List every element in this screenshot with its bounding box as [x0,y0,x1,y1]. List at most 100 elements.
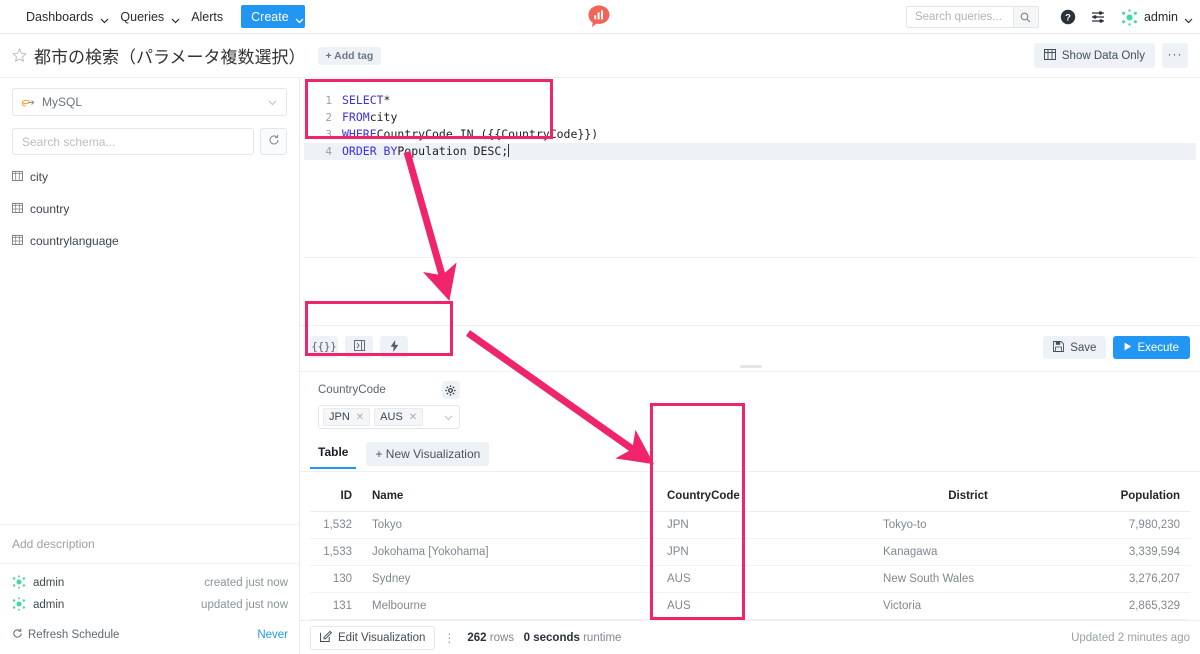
column-header-name[interactable]: Name [362,481,657,512]
table-row: 1,533 Jokohama [Yokohama] JPN Kanagawa 3… [310,538,1190,566]
close-icon[interactable]: ✕ [409,412,417,423]
results-divider [300,371,1200,372]
save-button[interactable]: Save [1043,336,1107,359]
search-icon[interactable] [1012,7,1038,27]
editor-toolbar: {{}} [310,336,408,358]
create-button[interactable]: Create [241,5,305,28]
database-icon [22,97,35,108]
table-row: 131 Melbourne AUS Victoria 2,865,329 [310,592,1190,620]
execute-button-label: Execute [1137,341,1179,354]
schema-table-label: country [30,202,70,216]
meta-user: admin [12,596,65,614]
gear-icon[interactable] [441,381,460,399]
meta-user: admin [12,574,65,592]
close-icon[interactable]: ✕ [356,412,364,423]
parameter-tag-label: JPN [329,411,350,423]
refresh-icon [12,628,23,642]
sql-text: Population DESC; [397,144,509,158]
format-icon [353,340,365,354]
page-title: 都市の検索（パラメータ複数選択） [34,48,306,67]
add-tag-button[interactable]: + Add tag [317,46,382,65]
table-icon [12,202,23,216]
format-query-button[interactable] [345,336,373,358]
parameter-multiselect[interactable]: JPN ✕ AUS ✕ [318,405,460,429]
line-number: 1 [325,94,332,107]
column-header-population[interactable]: Population [1063,481,1190,512]
show-data-only-button[interactable]: Show Data Only [1033,43,1155,68]
editor-actions: Save Execute [1043,336,1190,359]
parameter-tag[interactable]: JPN ✕ [323,408,371,426]
cell-name: Melbourne [362,592,657,620]
sql-keyword: FROM [342,110,370,124]
table-row: 1,532 Tokyo JPN Tokyo-to 7,980,230 [310,511,1190,539]
kebab-menu-icon[interactable]: ⋮ [439,626,459,650]
edit-icon [320,630,333,645]
column-header-countrycode[interactable]: CountryCode [657,481,873,512]
cell-countrycode: AUS [657,565,873,593]
create-button-label: Create [251,9,289,24]
datasource-select[interactable]: MySQL [12,88,287,116]
navbar-right: ? [905,0,1193,34]
meta-row-created: admin created just now [12,572,288,594]
search-input[interactable] [906,7,1013,27]
add-description-button[interactable]: Add description [0,524,300,563]
nav-item-alerts[interactable]: Alerts [181,0,233,34]
more-options-button[interactable]: ··· [1162,43,1188,68]
schema-table-countrylanguage[interactable]: countrylanguage [12,233,287,249]
table-row: 130 Sydney AUS New South Wales 3,276,207 [310,565,1190,593]
schema-table-country[interactable]: country [12,201,287,217]
sliders-icon[interactable] [1083,0,1113,34]
meta-user-name: admin [33,599,65,611]
sql-text: CountryCode IN ({{CountryCode}}) [376,127,599,141]
top-navbar: Dashboards Queries Alerts Create Search … [0,0,1200,34]
tab-table[interactable]: Table [310,445,357,469]
meta-user-name: admin [33,577,65,589]
user-avatar-icon [12,574,26,592]
refresh-icon [268,133,280,151]
parameter-tag[interactable]: AUS ✕ [374,408,424,426]
cell-district: New South Wales [873,565,1063,593]
code-line: 1 SELECT * [304,92,1196,109]
auto-limit-button[interactable] [380,336,408,358]
line-number: 2 [325,111,332,124]
cell-id: 130 [310,565,362,593]
pane-resize-handle[interactable] [740,365,762,368]
user-avatar-icon [12,596,26,614]
code-line: 2 FROM city [304,109,1196,126]
user-avatar-icon [1121,8,1138,26]
add-parameter-button[interactable]: {{}} [310,336,338,358]
meta-updated-when: updated just now [201,599,288,611]
parameter-tag-label: AUS [380,411,403,423]
column-header-id[interactable]: ID [310,481,362,512]
nav-item-dashboards[interactable]: Dashboards [16,0,110,34]
cell-id: 1,532 [310,511,362,539]
refresh-schedule-value[interactable]: Never [257,629,288,641]
cell-district: Kanagawa [873,538,1063,566]
updated-timestamp: Updated 2 minutes ago [1071,631,1190,644]
refresh-schedule-button[interactable]: Refresh Schedule [12,628,119,642]
chevron-down-icon[interactable] [440,408,457,426]
sql-editor[interactable]: 1 SELECT * 2 FROM city 3 WHERE CountryCo… [304,86,1196,258]
redash-query-page: Dashboards Queries Alerts Create Search … [0,0,1200,654]
star-outline-icon[interactable] [12,48,27,63]
nav-item-queries[interactable]: Queries [110,0,181,34]
datasource-label: MySQL [42,95,83,109]
schema-table-city[interactable]: city [12,169,287,185]
column-header-district[interactable]: District [873,481,1063,512]
sql-text: city [369,110,398,124]
edit-visualization-button[interactable]: Edit Visualization [310,625,436,650]
page-titlebar: 都市の検索（パラメータ複数選択） + Add tag Show Data Onl… [0,34,1200,78]
redash-logo-icon[interactable] [586,4,612,31]
show-data-only-label: Show Data Only [1061,49,1145,62]
user-menu[interactable]: admin [1113,8,1193,26]
new-visualization-button[interactable]: + New Visualization [366,442,490,466]
cell-countrycode: JPN [657,538,873,566]
search-queries-box [905,6,1039,28]
refresh-schema-button[interactable] [260,128,287,155]
schema-search-input[interactable] [12,128,254,155]
save-button-label: Save [1070,341,1097,354]
edit-visualization-label: Edit Visualization [338,631,426,644]
help-circle-icon[interactable]: ? [1053,0,1083,34]
code-line-active: 4 ORDER BY Population DESC; [304,143,1196,160]
execute-button[interactable]: Execute [1113,336,1190,359]
